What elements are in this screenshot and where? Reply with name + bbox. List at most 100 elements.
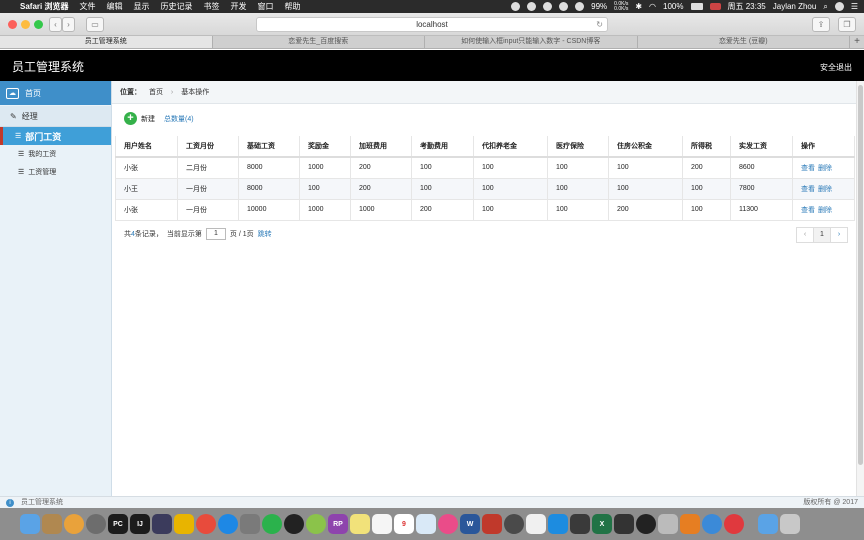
view-link[interactable]: 查看	[801, 165, 815, 172]
view-link[interactable]: 查看	[801, 186, 815, 193]
system-preferences-icon[interactable]	[504, 514, 524, 534]
sidebar-section-manager[interactable]: ✎ 经理	[0, 106, 111, 127]
total-count-link[interactable]: 总数量(4)	[164, 114, 194, 124]
user-name[interactable]: Jaylan Zhou	[773, 2, 817, 11]
menu-develop[interactable]: 开发	[230, 1, 246, 12]
next-page-button[interactable]: ›	[830, 227, 848, 243]
tab-baidu-search[interactable]: 恋爱先生_百度搜索	[213, 36, 425, 48]
menu-bookmarks[interactable]: 书签	[203, 1, 219, 12]
record-icon[interactable]	[511, 2, 521, 11]
breadcrumb-home[interactable]: 首页	[149, 89, 163, 96]
sketch-icon[interactable]	[174, 514, 194, 534]
logout-link[interactable]: 安全退出	[820, 62, 852, 73]
sidebar-item-salary-management[interactable]: ☰ 工资管理	[0, 163, 111, 181]
siri-icon[interactable]	[834, 2, 844, 11]
chrome-icon[interactable]	[196, 514, 216, 534]
wechat-icon[interactable]	[543, 2, 553, 11]
share-button[interactable]: ⇪	[812, 17, 830, 32]
qq-music-icon[interactable]	[636, 514, 656, 534]
prev-page-button[interactable]: ‹	[796, 227, 814, 243]
delete-link[interactable]: 删除	[818, 186, 832, 193]
clock[interactable]: 周五 23:35	[728, 1, 766, 12]
baidu-netdisk-icon[interactable]	[526, 514, 546, 534]
menu-view[interactable]: 显示	[133, 1, 149, 12]
cloud-icon[interactable]	[559, 2, 569, 11]
forward-button[interactable]: ›	[62, 17, 75, 32]
tab-douban[interactable]: 恋爱先生 (豆瓣)	[638, 36, 850, 48]
cell-attendance: 200	[411, 199, 474, 221]
edge-browser-icon[interactable]	[702, 514, 722, 534]
itunes-connect-icon[interactable]	[416, 514, 436, 534]
intellij-icon[interactable]: IJ	[130, 514, 150, 534]
terminal-icon[interactable]	[570, 514, 590, 534]
zoom-window-button[interactable]	[34, 20, 43, 29]
sidebar-item-my-salary[interactable]: ☰ 我的工资	[0, 145, 111, 163]
battery-ring-icon[interactable]	[575, 2, 585, 11]
sidebar-toggle-button[interactable]: ▭	[86, 17, 104, 32]
address-bar[interactable]: localhost ↻	[256, 17, 608, 32]
menu-edit[interactable]: 编辑	[106, 1, 122, 12]
menu-app-name[interactable]: Safari 浏览器	[20, 1, 68, 12]
activity-monitor-icon[interactable]	[614, 514, 634, 534]
tab-csdn-blog[interactable]: 如何使输入框input只能输入数字 - CSDN博客	[425, 36, 638, 48]
spotlight-search-icon[interactable]: ⌕	[823, 2, 827, 12]
table-header-row: 用户姓名 工资月份 基础工资 奖励金 加班费用 考勤费用 代扣养老金 医疗保险 …	[115, 136, 855, 158]
reminders-icon[interactable]	[372, 514, 392, 534]
close-window-button[interactable]	[8, 20, 17, 29]
battery-icon[interactable]	[690, 3, 703, 10]
page-scrollbar[interactable]	[856, 81, 864, 496]
cell-tax: 100	[682, 178, 731, 200]
menu-file[interactable]: 文件	[79, 1, 95, 12]
qq-dock-icon[interactable]	[284, 514, 304, 534]
word-icon[interactable]: W	[460, 514, 480, 534]
calendar-icon[interactable]: 9	[394, 514, 414, 534]
parallels-icon[interactable]	[482, 514, 502, 534]
downloads-folder-icon[interactable]	[758, 514, 778, 534]
stickies-icon[interactable]	[350, 514, 370, 534]
excel-icon[interactable]: X	[592, 514, 612, 534]
back-button[interactable]: ‹	[49, 17, 62, 32]
java-icon[interactable]	[680, 514, 700, 534]
page-1-button[interactable]: 1	[813, 227, 831, 243]
teamviewer-icon[interactable]	[548, 514, 568, 534]
delete-link[interactable]: 删除	[818, 207, 832, 214]
netease-music-icon[interactable]	[724, 514, 744, 534]
sidebar-item-dept-salary[interactable]: ☰ 部门工资	[0, 127, 111, 145]
preview-icon[interactable]	[240, 514, 260, 534]
add-icon[interactable]: +	[124, 112, 137, 125]
flag-icon[interactable]	[709, 3, 721, 10]
tab-employee-system[interactable]: 员工管理系统	[0, 36, 213, 48]
notes-app-icon[interactable]	[42, 514, 62, 534]
new-tab-button[interactable]: +	[850, 36, 864, 48]
browser-app-icon[interactable]	[306, 514, 326, 534]
notification-center-icon[interactable]: ☰	[851, 2, 858, 11]
wechat-dock-icon[interactable]	[262, 514, 282, 534]
reload-icon[interactable]: ↻	[596, 18, 603, 31]
delete-link[interactable]: 删除	[818, 165, 832, 172]
sidebar-home[interactable]: ☁ 首页	[0, 81, 111, 105]
page-input[interactable]: 1	[205, 228, 226, 240]
scrollbar-thumb[interactable]	[858, 85, 863, 465]
wifi-icon[interactable]: ◠	[649, 2, 656, 11]
qq-icon[interactable]	[527, 2, 537, 11]
music-icon[interactable]	[438, 514, 458, 534]
minimize-window-button[interactable]	[21, 20, 30, 29]
archive-utility-icon[interactable]	[658, 514, 678, 534]
menu-window[interactable]: 窗口	[257, 1, 273, 12]
menu-history[interactable]: 历史记录	[160, 1, 192, 12]
tab-overview-button[interactable]: ❐	[838, 17, 856, 32]
bluetooth-icon[interactable]: ✱	[635, 2, 642, 11]
finder-icon[interactable]	[20, 514, 40, 534]
pycharm-icon[interactable]: PC	[108, 514, 128, 534]
safari-icon[interactable]	[218, 514, 238, 534]
sublime-icon[interactable]	[152, 514, 172, 534]
breadcrumb-prefix: 位置：	[120, 89, 141, 96]
photos-icon[interactable]	[64, 514, 84, 534]
view-link[interactable]: 查看	[801, 207, 815, 214]
axure-rp-icon[interactable]: RP	[328, 514, 348, 534]
launchpad-icon[interactable]	[86, 514, 106, 534]
menu-help[interactable]: 帮助	[284, 1, 300, 12]
trash-icon[interactable]	[780, 514, 800, 534]
jump-link[interactable]: 跳转	[258, 229, 272, 239]
new-button[interactable]: 新建	[141, 114, 155, 124]
